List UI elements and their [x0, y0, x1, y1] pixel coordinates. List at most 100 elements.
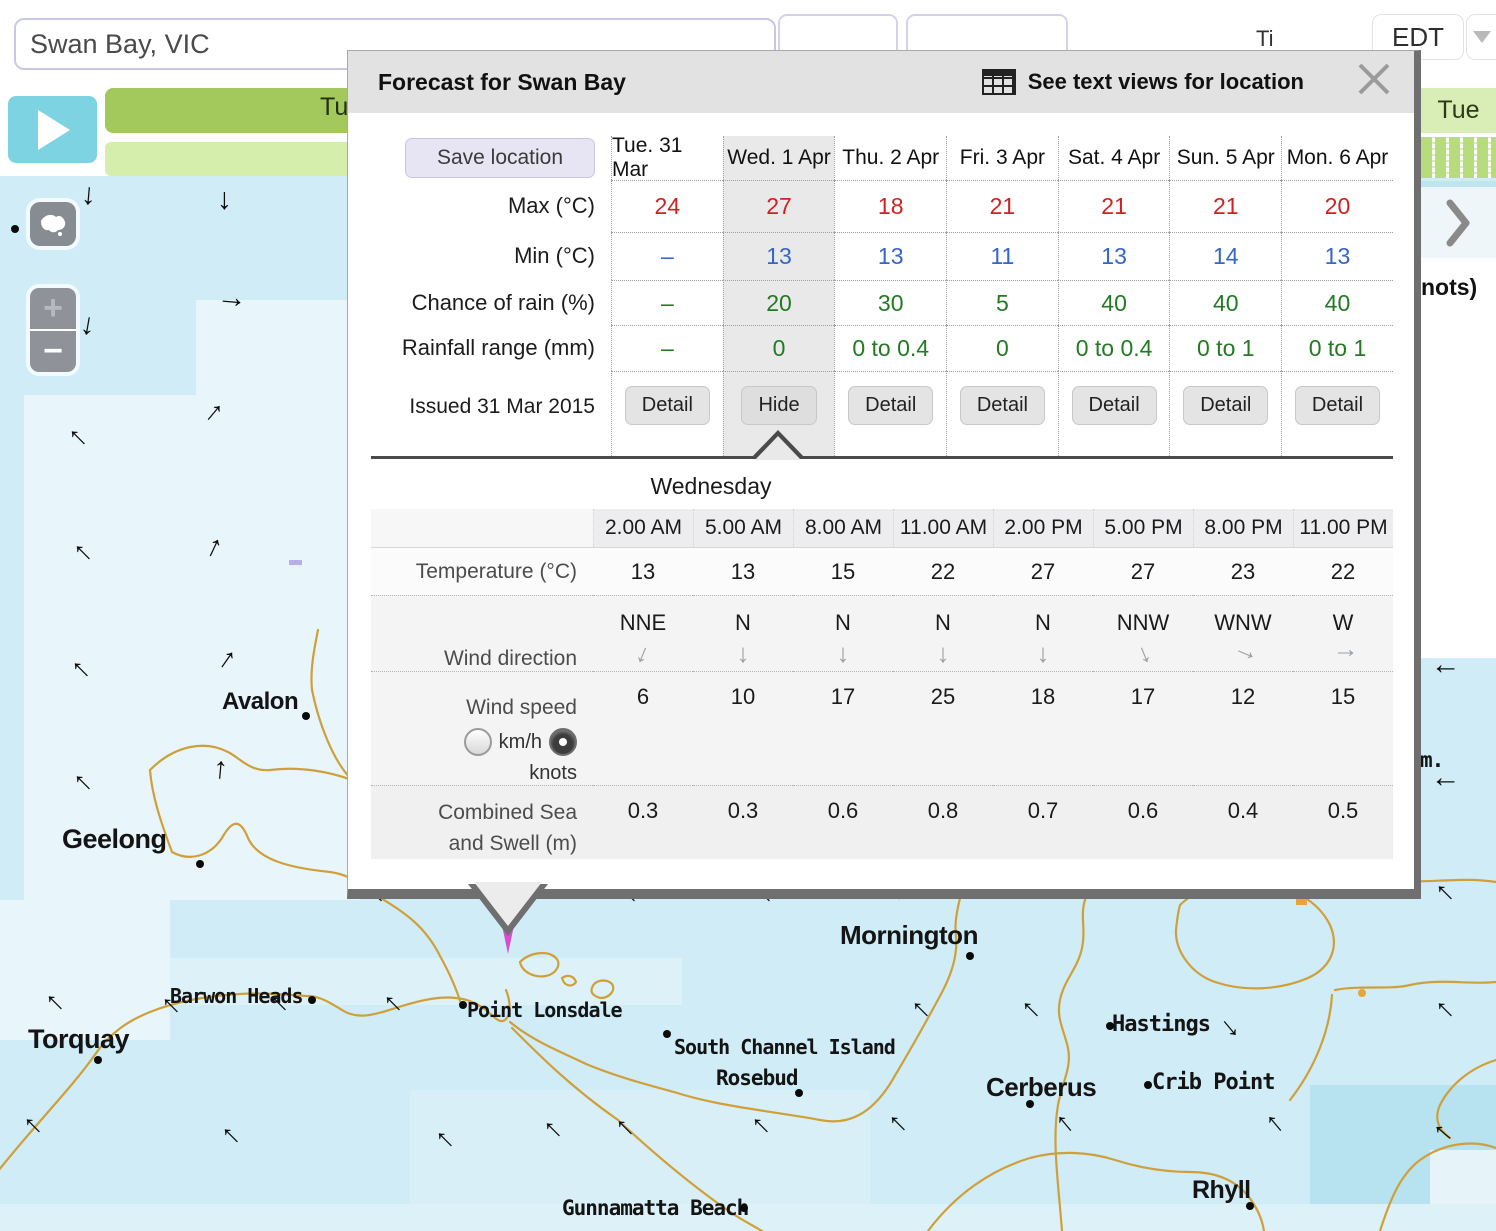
map-place-label: Geelong	[62, 824, 167, 855]
day-button-cell: Detail	[1058, 371, 1170, 456]
hour-column-header: 5.00 AM	[693, 509, 793, 547]
australia-icon	[37, 211, 69, 237]
min-cell: 11	[946, 232, 1058, 280]
popup-pointer-fill	[474, 882, 542, 926]
knots-radio[interactable]	[549, 728, 577, 756]
min-cell: 13	[1058, 232, 1170, 280]
day-column-header: Sun. 5 Apr	[1169, 136, 1281, 180]
min-cell: 13	[723, 232, 835, 280]
wind-speed-cell: 17	[793, 671, 893, 785]
map-zoom-control: + −	[30, 288, 76, 372]
wind-arrow-icon: ↑	[1430, 775, 1460, 790]
wind-direction-text: N	[835, 610, 851, 636]
wind-speed-row-label: Wind speed km/h knots	[371, 671, 593, 785]
wind-direction-cell: N↓	[993, 595, 1093, 671]
max-cell: 21	[1058, 180, 1170, 232]
sea-swell-row-label: Combined Seaand Swell (m)	[371, 785, 593, 859]
map-place-dot	[1026, 1100, 1034, 1108]
min-cell: 13	[1281, 232, 1393, 280]
save-location-button[interactable]: Save location	[405, 138, 595, 178]
timeline-day-bar[interactable]	[105, 88, 355, 133]
map-place-dot	[966, 952, 974, 960]
zoom-in-button[interactable]: +	[30, 288, 76, 331]
day-button-cell: Detail	[611, 371, 723, 456]
map-place-dot	[795, 1089, 803, 1097]
timeline-day-label-right: Tue	[1421, 88, 1496, 133]
day-button-cell: Detail	[1281, 371, 1393, 456]
rainfall-cell: 0 to 1	[1281, 325, 1393, 371]
wind-direction-arrow-icon: ↓	[1330, 646, 1356, 659]
close-icon	[1352, 57, 1396, 101]
text-views-link[interactable]: See text views for location	[982, 69, 1304, 95]
wind-arrow-icon: ↑	[212, 753, 230, 784]
rainfall-cell: –	[611, 325, 723, 371]
timeline-day-label: Tu	[320, 93, 348, 122]
temperature-cell: 22	[1293, 547, 1393, 595]
map-place-dot	[1106, 1022, 1114, 1030]
sea-swell-cell: 0.7	[993, 785, 1093, 859]
rain_chance-cell: 40	[1058, 280, 1170, 325]
wind-direction-text: N	[735, 610, 751, 636]
detail-button[interactable]: Detail	[960, 386, 1045, 425]
map-place-label: Crib Point	[1152, 1070, 1274, 1095]
wind-speed-cell: 10	[693, 671, 793, 785]
map-place-label: Rhyll	[1192, 1176, 1251, 1205]
wind-direction-cell: N↓	[693, 595, 793, 671]
wind-speed-cell: 25	[893, 671, 993, 785]
timeline-ticks-bar[interactable]	[1421, 137, 1496, 178]
map-place-dot	[1246, 1202, 1254, 1210]
sea-swell-cell: 0.3	[693, 785, 793, 859]
zoom-out-button[interactable]: −	[30, 331, 76, 372]
wind-direction-arrow-icon: ↓	[1132, 638, 1154, 667]
wind-speed-label-text: Wind speed	[466, 696, 577, 720]
detail-button[interactable]: Detail	[848, 386, 933, 425]
wind-speed-cell: 18	[993, 671, 1093, 785]
hour-column-header: 11.00 PM	[1293, 509, 1393, 547]
hour-column-header: 2.00 AM	[593, 509, 693, 547]
map-place-dot	[11, 225, 19, 233]
detail-button[interactable]: Detail	[1295, 386, 1380, 425]
day-column-header: Sat. 4 Apr	[1058, 136, 1170, 180]
wind-direction-text: W	[1333, 610, 1354, 636]
max-cell: 18	[834, 180, 946, 232]
kmh-radio[interactable]	[464, 728, 492, 756]
knots-radio-label: knots	[529, 762, 577, 785]
close-button[interactable]	[1352, 57, 1396, 101]
detail-button[interactable]: Detail	[625, 386, 710, 425]
legend-strip: nots)	[1421, 258, 1496, 658]
map-place-dot	[1144, 1081, 1152, 1089]
day-column-header: Mon. 6 Apr	[1281, 136, 1393, 180]
wind-arrow-icon: ↑	[217, 187, 232, 217]
hour-column-header: 8.00 AM	[793, 509, 893, 547]
max-cell: 21	[946, 180, 1058, 232]
rain_chance-cell: 30	[834, 280, 946, 325]
sea-swell-cell: 0.6	[1093, 785, 1193, 859]
rainfall-cell: 0 to 1	[1169, 325, 1281, 371]
timeline-step-forward-button[interactable]	[1421, 187, 1496, 258]
hour-column-header: 8.00 PM	[1193, 509, 1293, 547]
map-place-label: Rosebud	[716, 1066, 798, 1090]
temperature-row-label: Temperature (°C)	[371, 547, 593, 595]
timezone-dropdown-button[interactable]	[1466, 14, 1496, 60]
zoom-to-australia-button[interactable]	[30, 202, 76, 246]
play-icon	[38, 110, 70, 150]
day-column-header: Fri. 3 Apr	[946, 136, 1058, 180]
hide-button[interactable]: Hide	[741, 386, 816, 425]
map-place-dot	[459, 1001, 467, 1009]
map-place-dot	[663, 1030, 671, 1038]
day-button-cell: Detail	[834, 371, 946, 456]
wind-arrow-icon: ↑	[1430, 662, 1460, 677]
rain_chance-cell: 5	[946, 280, 1058, 325]
hourly-forecast-grid: 2.00 AM5.00 AM8.00 AM11.00 AM2.00 PM5.00…	[371, 509, 1393, 859]
map-place-dot	[302, 712, 310, 720]
detail-button[interactable]: Detail	[1183, 386, 1268, 425]
play-animation-button[interactable]	[8, 96, 97, 163]
daily-corner: Save location	[371, 136, 611, 180]
wind-unit-radio-group: km/h	[464, 728, 577, 756]
rainfall-cell: 0	[723, 325, 835, 371]
detail-button[interactable]: Detail	[1072, 386, 1157, 425]
sea-swell-cell: 0.3	[593, 785, 693, 859]
wind-direction-arrow-icon: ↓	[1229, 642, 1258, 664]
map-place-label: Point Lonsdale	[467, 998, 622, 1022]
map-place-label: Hastings	[1112, 1012, 1210, 1037]
